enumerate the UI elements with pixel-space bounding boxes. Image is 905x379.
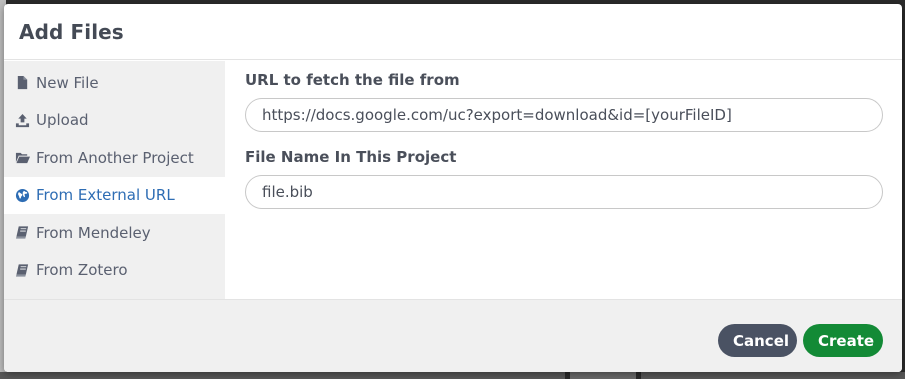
sidebar-item-label: From Another Project — [36, 148, 194, 167]
cancel-button[interactable]: Cancel — [718, 324, 797, 357]
url-input[interactable] — [245, 98, 883, 132]
sidebar: New File Upload From Another Project Fro… — [4, 61, 225, 299]
sidebar-item-label: From Mendeley — [36, 223, 151, 242]
sidebar-item-from-zotero[interactable]: From Zotero — [4, 252, 225, 290]
book-icon — [14, 225, 30, 241]
sidebar-item-from-mendeley[interactable]: From Mendeley — [4, 214, 225, 252]
sidebar-item-label: From Zotero — [36, 261, 128, 280]
folder-open-icon — [14, 150, 30, 166]
sidebar-item-label: From External URL — [36, 186, 175, 205]
background-page-bottom — [0, 372, 905, 379]
sidebar-item-upload[interactable]: Upload — [4, 102, 225, 140]
external-url-form: URL to fetch the file from File Name In … — [225, 61, 902, 299]
book-icon — [14, 262, 30, 278]
modal-header: Add Files — [4, 4, 902, 60]
sidebar-item-from-another-project[interactable]: From Another Project — [4, 139, 225, 177]
globe-icon — [14, 187, 30, 203]
modal-footer: Cancel Create — [4, 299, 902, 372]
add-files-modal: Add Files New File Upload From Another P… — [4, 4, 902, 372]
sidebar-item-label: New File — [36, 73, 99, 92]
file-name-field-label: File Name In This Project — [245, 148, 457, 166]
upload-icon — [14, 112, 30, 128]
file-name-input[interactable] — [245, 175, 883, 209]
modal-body: New File Upload From Another Project Fro… — [4, 61, 902, 299]
sidebar-item-from-external-url[interactable]: From External URL — [4, 176, 225, 214]
modal-title: Add Files — [19, 19, 124, 44]
sidebar-item-new-file[interactable]: New File — [4, 64, 225, 102]
url-field-label: URL to fetch the file from — [245, 71, 460, 89]
sidebar-item-label: Upload — [36, 111, 89, 130]
create-button[interactable]: Create — [803, 324, 883, 357]
file-icon — [14, 75, 30, 91]
